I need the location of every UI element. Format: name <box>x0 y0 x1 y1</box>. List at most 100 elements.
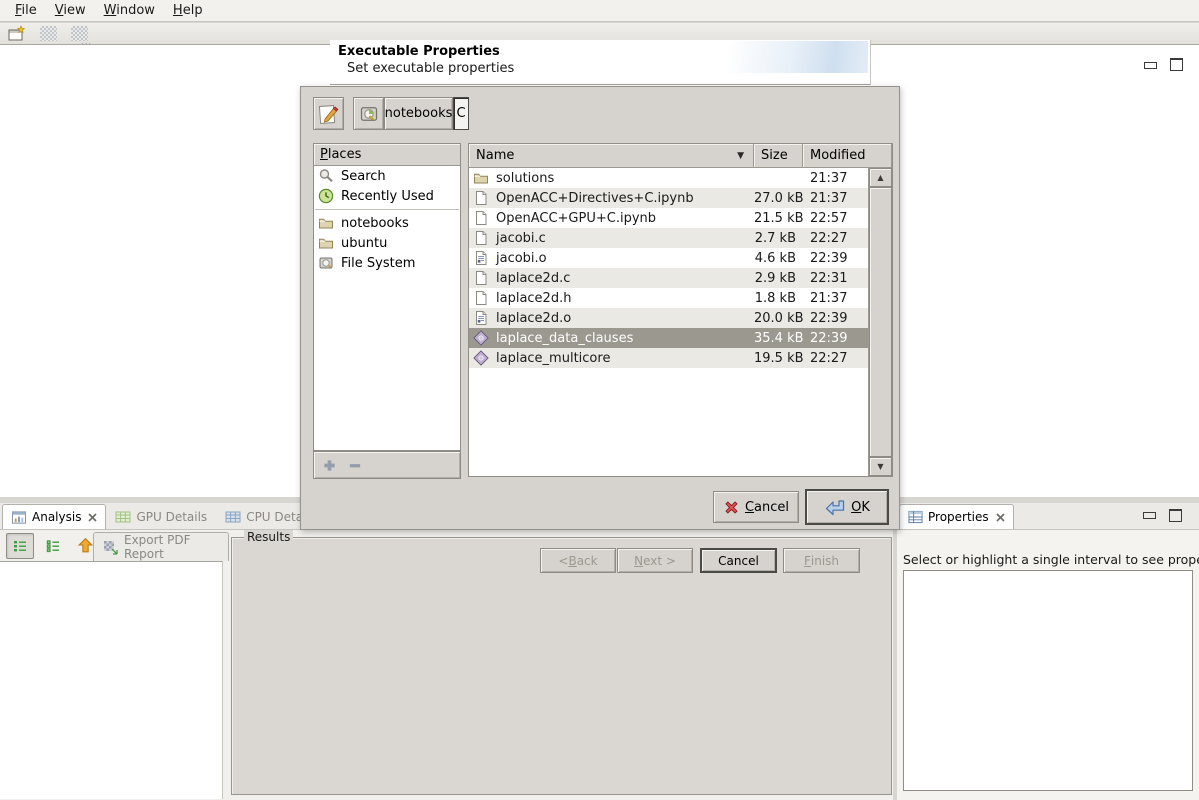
properties-table-icon <box>908 510 923 524</box>
properties-message: Select or highlight a single interval to… <box>903 552 1199 567</box>
wizard-back-button: < Back <box>540 548 616 573</box>
tab-label: GPU Details <box>136 510 207 524</box>
analysis-outline-view-button[interactable] <box>40 534 66 558</box>
type-filename-button[interactable] <box>313 97 344 130</box>
new-session-button[interactable] <box>6 25 28 43</box>
up-arrow-icon <box>77 537 94 554</box>
menu-file[interactable]: File <box>6 1 46 20</box>
file-name-cell: OpenACC+Directives+C.ipynb <box>469 190 754 206</box>
place-item-ubuntu[interactable]: ubuntu <box>314 233 460 253</box>
outline-view-icon <box>45 538 61 554</box>
file-list: Name ▼ Size Modified solutions21:37OpenA… <box>468 143 893 477</box>
properties-content-box[interactable] <box>903 570 1193 791</box>
maximize-icon[interactable] <box>1170 58 1183 71</box>
chooser-cancel-button[interactable]: Cancel <box>713 491 799 523</box>
analysis-list-view-button[interactable] <box>6 533 34 559</box>
file-size: 2.7 kB <box>754 231 803 246</box>
file-name: laplace2d.h <box>496 291 571 306</box>
file-row[interactable]: OpenACC+GPU+C.ipynb21.5 kB22:57 <box>469 208 869 228</box>
wizard-header: Executable Properties Set executable pro… <box>330 40 870 85</box>
new-session-icon <box>8 25 26 42</box>
file-name: laplace_multicore <box>496 351 610 366</box>
export-pdf-report-button[interactable]: Export PDF Report <box>93 532 229 561</box>
places-header[interactable]: Places <box>314 144 460 166</box>
menu-window[interactable]: Window <box>95 1 164 20</box>
scroll-down-icon[interactable]: ▼ <box>869 457 892 476</box>
analysis-icon <box>11 510 27 525</box>
menu-bar: FileViewWindowHelp <box>0 0 1199 22</box>
column-header-size[interactable]: Size <box>754 144 803 168</box>
folder-icon <box>473 170 489 186</box>
remove-place-icon[interactable] <box>347 458 363 473</box>
sort-descending-icon: ▼ <box>737 151 744 161</box>
file-name: jacobi.c <box>496 231 546 246</box>
file-size: 19.5 kB <box>754 351 803 366</box>
file-row[interactable]: laplace_data_clauses35.4 kB22:39 <box>469 328 869 348</box>
place-label: ubuntu <box>341 236 387 251</box>
tab-analysis[interactable]: Analysis <box>2 504 106 529</box>
close-icon[interactable] <box>88 513 97 522</box>
path-segment-current[interactable]: C <box>453 97 469 130</box>
add-place-icon[interactable] <box>322 458 337 473</box>
analysis-list-area[interactable] <box>0 561 223 799</box>
place-item-search[interactable]: Search <box>314 166 460 186</box>
file-name: laplace2d.c <box>496 271 570 286</box>
path-root-drive-button[interactable] <box>353 97 384 130</box>
vertical-scrollbar[interactable]: ▲ ▼ <box>868 168 892 476</box>
results-label: Results <box>244 530 293 544</box>
file-modified: 22:27 <box>803 231 869 246</box>
place-label: File System <box>341 256 415 271</box>
disabled-toolbar-button-2: ... <box>68 25 90 43</box>
minimize-icon[interactable] <box>1143 512 1156 519</box>
file-size: 4.6 kB <box>754 251 803 266</box>
file-size: 35.4 kB <box>754 331 803 346</box>
column-header-modified[interactable]: Modified <box>803 144 892 168</box>
place-item-notebooks[interactable]: notebooks <box>314 213 460 233</box>
file-name-cell: OpenACC+GPU+C.ipynb <box>469 210 754 226</box>
export-pdf-icon <box>102 539 118 555</box>
menu-view[interactable]: View <box>46 1 95 20</box>
results-group: Results <box>231 537 892 795</box>
menu-help[interactable]: Help <box>164 1 212 20</box>
file-modified: 22:39 <box>803 331 869 346</box>
place-item-recently-used[interactable]: Recently Used <box>314 186 460 206</box>
file-row[interactable]: OpenACC+Directives+C.ipynb27.0 kB21:37 <box>469 188 869 208</box>
file-row[interactable]: jacobi.o4.6 kB22:39 <box>469 248 869 268</box>
file-row[interactable]: jacobi.c 2.7 kB22:27 <box>469 228 869 248</box>
place-item-file-system[interactable]: File System <box>314 253 460 273</box>
file-name-cell: laplace2d.o <box>469 310 754 326</box>
file-modified: 21:37 <box>803 191 869 206</box>
cpu-details-icon <box>225 510 241 524</box>
scroll-up-icon[interactable]: ▲ <box>869 168 892 187</box>
file-row[interactable]: solutions21:37 <box>469 168 869 188</box>
search-icon <box>318 168 334 184</box>
wizard-cancel-button[interactable]: Cancel <box>700 548 777 573</box>
file-icon <box>473 270 489 286</box>
tab-gpu-details[interactable]: GPU Details <box>106 504 216 529</box>
column-header-name[interactable]: Name ▼ <box>469 144 754 168</box>
file-icon <box>473 190 489 206</box>
chooser-ok-button[interactable]: OK <box>805 489 889 525</box>
scrollbar-thumb[interactable] <box>869 187 892 457</box>
file-name-cell: solutions <box>469 170 754 186</box>
file-chooser-dialog: notebooks C Places Search Recently Used no… <box>300 86 900 530</box>
file-row[interactable]: laplace2d.c2.9 kB22:31 <box>469 268 869 288</box>
file-size: 21.5 kB <box>754 211 803 226</box>
file-row[interactable]: laplace2d.h1.8 kB21:37 <box>469 288 869 308</box>
file-row[interactable]: laplace2d.o20.0 kB22:39 <box>469 308 869 328</box>
file-modified: 22:31 <box>803 271 869 286</box>
recent-icon <box>318 188 334 204</box>
tab-properties[interactable]: Properties <box>899 504 1014 529</box>
file-modified: 22:39 <box>803 251 869 266</box>
place-label: Search <box>341 169 386 184</box>
places-panel: Places Search Recently Used notebooks ubunt… <box>313 143 461 451</box>
path-segment-notebooks[interactable]: notebooks <box>384 97 453 130</box>
wizard-title: Executable Properties <box>338 44 500 59</box>
file-row[interactable]: laplace_multicore19.5 kB22:27 <box>469 348 869 368</box>
file-name-cell: laplace2d.h <box>469 290 754 306</box>
minimize-icon[interactable] <box>1144 62 1157 69</box>
file-name-cell: jacobi.o <box>469 250 754 266</box>
file-name-cell: laplace_multicore <box>469 350 754 366</box>
maximize-icon[interactable] <box>1169 509 1182 522</box>
close-icon[interactable] <box>996 513 1005 522</box>
